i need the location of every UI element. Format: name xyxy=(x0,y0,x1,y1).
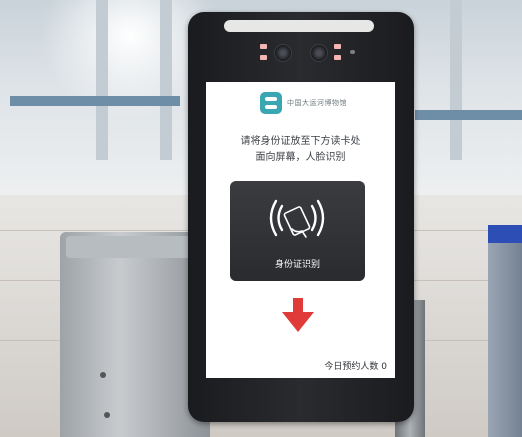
museum-logo: 中国大运河博物馆 xyxy=(260,92,347,114)
ir-led xyxy=(334,44,341,60)
ir-led xyxy=(260,44,267,60)
card-reader-label: 身份证识别 xyxy=(274,260,320,270)
instruction-line-2: 面向屏幕，人脸识别 xyxy=(255,152,346,163)
light-sensor xyxy=(350,50,355,54)
screw xyxy=(104,412,110,418)
down-arrow-icon xyxy=(282,298,314,332)
turnstile-top xyxy=(66,236,204,258)
nfc-icon xyxy=(269,199,325,238)
museum-name: 中国大运河博物馆 xyxy=(287,99,347,107)
gate-right xyxy=(488,225,522,437)
daily-reservation-count: 今日预约人数 0 xyxy=(324,362,387,372)
id-card-reader-panel[interactable]: 身份证识别 xyxy=(230,181,365,281)
background-beam xyxy=(450,0,462,160)
screw xyxy=(100,372,106,378)
background-beam xyxy=(160,0,172,160)
face-recognition-terminal: 中国大运河博物馆 请将身份证放至下方读卡处 面向屏幕，人脸识别 身份证识别 今日… xyxy=(188,12,414,422)
camera-icon xyxy=(310,44,328,62)
background-beam xyxy=(96,0,108,160)
camera-icon xyxy=(274,44,292,62)
background-rail xyxy=(10,96,180,106)
device-light-bar xyxy=(224,20,374,32)
device-screen: 中国大运河博物馆 请将身份证放至下方读卡处 面向屏幕，人脸识别 身份证识别 今日… xyxy=(206,82,395,378)
museum-logo-icon xyxy=(260,92,282,114)
instruction-line-1: 请将身份证放至下方读卡处 xyxy=(240,136,361,147)
gate-right-top xyxy=(488,225,522,243)
instruction-text: 请将身份证放至下方读卡处 面向屏幕，人脸识别 xyxy=(206,134,395,166)
background-rail xyxy=(415,110,522,120)
photo-scene: 中国大运河博物馆 请将身份证放至下方读卡处 面向屏幕，人脸识别 身份证识别 今日… xyxy=(0,0,522,437)
